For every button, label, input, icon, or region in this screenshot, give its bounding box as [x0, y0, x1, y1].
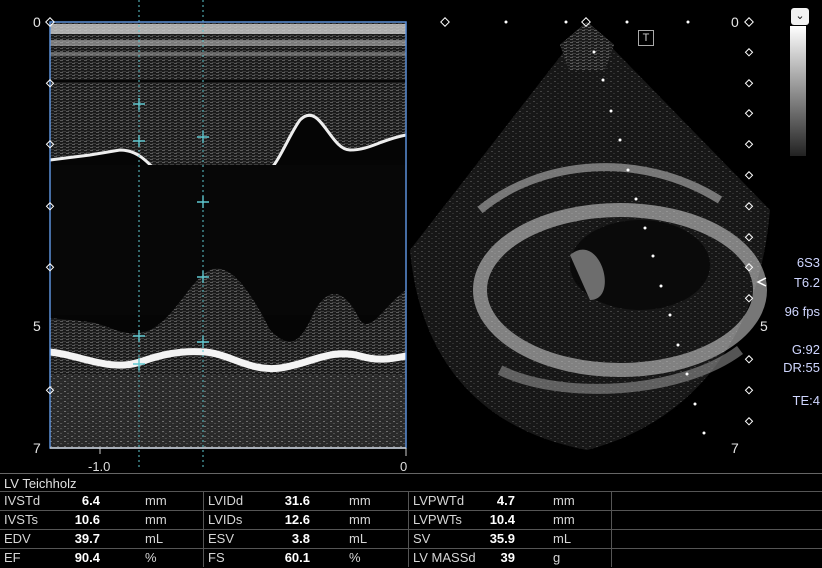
menu-dropdown-button[interactable]: ⌄	[791, 8, 809, 25]
gain-label: G:92	[791, 342, 820, 357]
measurement-unit: g	[553, 550, 561, 565]
measurement-value: 31.6	[284, 493, 310, 508]
measurement-label: LVIDd	[208, 493, 244, 508]
measurement-label: IVSTs	[4, 512, 38, 527]
mmode-depth-7: 7	[33, 440, 41, 456]
image-depth-0: 0	[731, 14, 739, 30]
measurement-unit: mm	[349, 493, 371, 508]
time-tick-right: 0	[400, 459, 408, 474]
measurement-unit: mm	[349, 512, 371, 527]
measurement-label: EDV	[4, 531, 31, 546]
image-depth-5: 5	[760, 318, 768, 334]
measurement-row: EF 90.4% FS 60.1% LV MASSd 39 g	[0, 548, 822, 568]
measurement-label: LVPWTs	[413, 512, 462, 527]
frequency-label: T6.2	[793, 275, 820, 290]
mmode-depth-5: 5	[33, 318, 41, 334]
measurement-value: 39	[500, 550, 515, 565]
ultrasound-image-area	[45, 0, 770, 470]
measurement-value: 90.4	[74, 550, 100, 565]
grayscale-bar	[790, 26, 806, 156]
measurement-label: LVIDs	[208, 512, 243, 527]
measurement-value: 10.4	[489, 512, 515, 527]
measurement-label: SV	[413, 531, 431, 546]
measurement-value: 6.4	[81, 493, 100, 508]
measurement-unit: mm	[145, 493, 167, 508]
measurement-value: 12.6	[284, 512, 310, 527]
measurement-unit: mL	[553, 531, 572, 546]
measurement-label: ESV	[208, 531, 235, 546]
m-mode-panel	[49, 0, 407, 470]
measurement-unit: mm	[145, 512, 167, 527]
measurement-title: LV Teichholz	[4, 476, 77, 491]
measurement-unit: %	[145, 550, 157, 565]
measurement-label: LV MASSd	[413, 550, 476, 565]
probe-label: 6S3	[796, 255, 820, 270]
measurement-unit: %	[349, 550, 361, 565]
measurement-value: 39.7	[74, 531, 100, 546]
measurement-unit: mm	[553, 512, 575, 527]
measurement-unit: mL	[145, 531, 164, 546]
frame-rate-label: 96 fps	[784, 304, 820, 319]
mmode-depth-0: 0	[33, 14, 41, 30]
measurement-value: 10.6	[74, 512, 100, 527]
measurement-label: EF	[4, 550, 21, 565]
trigger-marker: T	[638, 30, 654, 46]
measurement-value: 35.9	[489, 531, 515, 546]
measurement-unit: mL	[349, 531, 368, 546]
measurement-row: EDV 39.7 mL ESV 3.8 mL SV 35.9 mL	[0, 529, 822, 549]
measurement-value: 4.7	[496, 493, 515, 508]
measurement-row: IVSTd 6.4 mm LVIDd 31.6 mm LVPWTd 4.7 mm	[0, 491, 822, 511]
measurement-value: 3.8	[291, 531, 310, 546]
measurement-label: LVPWTd	[413, 493, 465, 508]
measurement-unit: mm	[553, 493, 575, 508]
measurement-row: IVSTs 10.6 mm LVIDs 12.6 mm LVPWTs 10.4 mm	[0, 510, 822, 530]
te-label: TE:4	[792, 393, 820, 408]
image-depth-7: 7	[731, 440, 739, 456]
measurement-label: IVSTd	[4, 493, 41, 508]
measurement-value: 60.1	[284, 550, 310, 565]
time-tick-left: -1.0	[88, 459, 111, 474]
dynamic-range-label: DR:55	[783, 360, 820, 375]
measurement-label: FS	[208, 550, 225, 565]
